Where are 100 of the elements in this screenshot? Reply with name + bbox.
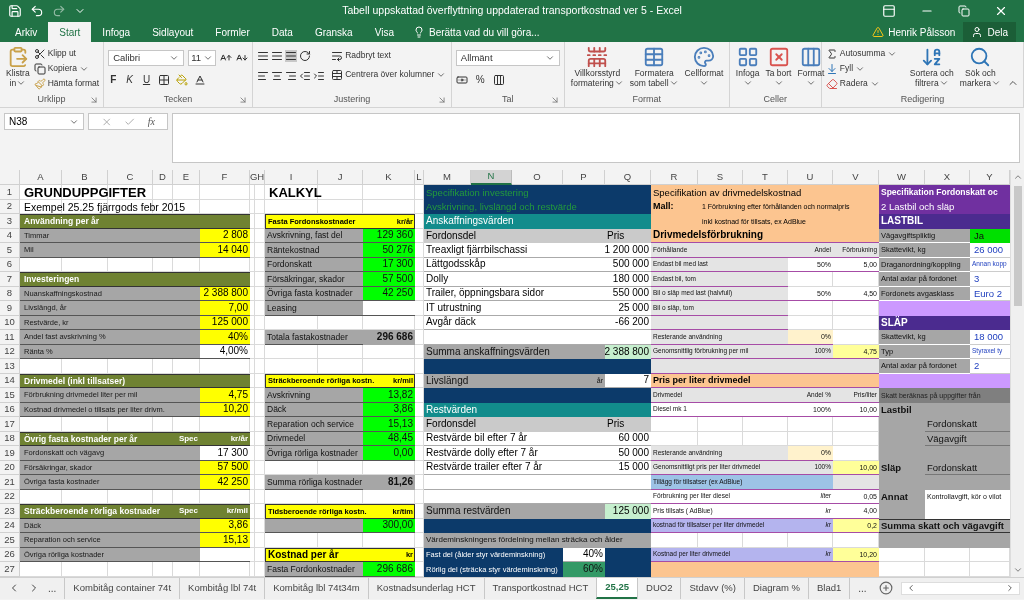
format-painter-button[interactable]: Hämta format bbox=[33, 76, 100, 91]
column-header[interactable]: I bbox=[265, 170, 318, 185]
sheet-tab[interactable]: Kostnadsunderlag HCT bbox=[367, 577, 484, 599]
column-header[interactable]: S bbox=[698, 170, 743, 185]
sheet-cell: 15,13 bbox=[200, 533, 250, 548]
column-header[interactable]: O bbox=[512, 170, 563, 185]
column-header[interactable]: L bbox=[415, 170, 424, 185]
row-header[interactable]: 17 bbox=[0, 417, 20, 432]
sheet-tab[interactable]: Kombitåg container 74t bbox=[64, 577, 180, 599]
sheet-tab[interactable]: Kombitåg lbl 74t bbox=[179, 577, 265, 599]
ribbon-tab[interactable]: Start bbox=[48, 22, 92, 42]
italic-button[interactable]: K bbox=[124, 72, 135, 87]
row-header[interactable]: 21 bbox=[0, 475, 20, 490]
ribbon-tab[interactable]: Sidlayout bbox=[141, 22, 205, 42]
sheet-cell-text: GRUNDUPPGIFTER bbox=[23, 185, 148, 200]
sheet-tab[interactable]: Kombitåg lbl 74t34m bbox=[264, 577, 368, 599]
sheet-cell: 15,13 bbox=[363, 417, 415, 432]
percent-button[interactable]: % bbox=[473, 72, 487, 87]
column-header[interactable]: V bbox=[833, 170, 879, 185]
sheet-tab[interactable]: Stdavv (%) bbox=[680, 577, 744, 599]
row-header[interactable]: 19 bbox=[0, 446, 20, 461]
number-format-field[interactable]: Allmänt bbox=[455, 50, 560, 66]
row-header[interactable]: 13 bbox=[0, 359, 20, 374]
format-cells-button[interactable]: Format bbox=[795, 46, 827, 88]
ribbon-tab[interactable]: Visa bbox=[363, 22, 405, 42]
font-size-field[interactable]: 11 bbox=[188, 50, 217, 66]
column-header[interactable]: B bbox=[62, 170, 108, 185]
sheet-cell: Avskrivning bbox=[265, 388, 363, 403]
column-header[interactable]: A bbox=[20, 170, 62, 185]
tell-me-field[interactable]: Berätta vad du vill göra... bbox=[404, 22, 548, 42]
sheet-cell: Investeringen bbox=[20, 272, 250, 287]
column-header[interactable]: Y bbox=[970, 170, 1010, 185]
sheet-cell: Restvärde dolly efter 7 år bbox=[424, 446, 605, 461]
ribbon-tab[interactable]: Granska bbox=[303, 22, 364, 42]
paste-button[interactable]: Klistra in bbox=[4, 46, 32, 88]
cell-styles-button[interactable]: Cellformat bbox=[682, 46, 726, 88]
sheet-tab[interactable]: Blad1 bbox=[807, 577, 850, 599]
ribbon-tab[interactable]: Arkiv bbox=[4, 22, 49, 42]
row-header[interactable]: 23 bbox=[0, 504, 20, 519]
account-button[interactable]: Henrik Pålsson bbox=[864, 22, 964, 42]
ribbon-tab[interactable]: Data bbox=[260, 22, 304, 42]
sheet-cell: Specifikation Fordonskatt oc bbox=[879, 185, 1010, 200]
column-header[interactable]: J bbox=[318, 170, 363, 185]
sheet-cell-text: KALKYL bbox=[268, 185, 323, 200]
row-header[interactable]: 7 bbox=[0, 272, 20, 287]
column-header[interactable]: U bbox=[788, 170, 833, 185]
insert-cells-button[interactable]: Infoga bbox=[733, 46, 762, 88]
column-header[interactable]: F bbox=[200, 170, 250, 185]
column-header[interactable]: N bbox=[471, 170, 512, 185]
font-name-field[interactable]: Calibri bbox=[108, 50, 185, 66]
ribbon-tab[interactable]: Formler bbox=[204, 22, 261, 42]
sheet-cell: 81,26 bbox=[363, 475, 415, 490]
clear-button[interactable]: Radera bbox=[825, 76, 906, 91]
group-label: Celler bbox=[763, 93, 788, 107]
fill-button[interactable]: Fyll bbox=[825, 61, 906, 76]
column-header[interactable]: P bbox=[563, 170, 605, 185]
bold-button[interactable]: F bbox=[108, 72, 119, 87]
row-header[interactable]: 15 bbox=[0, 388, 20, 403]
format-table-button[interactable]: Formatera som tabell bbox=[627, 46, 681, 88]
sheet-tab[interactable]: DUO2 bbox=[637, 577, 681, 599]
sheet-tab[interactable]: Diagram % bbox=[743, 577, 808, 599]
column-header[interactable]: M bbox=[424, 170, 471, 185]
group-label: Redigering bbox=[900, 93, 945, 107]
column-header[interactable]: T bbox=[743, 170, 788, 185]
row-header[interactable]: 25 bbox=[0, 533, 20, 548]
share-button[interactable]: Dela bbox=[963, 22, 1016, 42]
column-header[interactable]: W bbox=[879, 170, 925, 185]
column-header[interactable]: R bbox=[651, 170, 698, 185]
row-header[interactable]: 11 bbox=[0, 330, 20, 345]
sheet-cell-text: Mall: bbox=[652, 200, 675, 214]
row-header[interactable]: 27 bbox=[0, 562, 20, 577]
conditional-format-button[interactable]: Villkorsstyrd formatering bbox=[568, 46, 626, 88]
column-header[interactable]: GH bbox=[250, 170, 265, 185]
column-header[interactable]: E bbox=[173, 170, 200, 185]
column-header[interactable]: D bbox=[153, 170, 173, 185]
cut-button[interactable]: Klipp ut bbox=[33, 46, 100, 61]
row-header[interactable]: 9 bbox=[0, 301, 20, 316]
row-header[interactable]: 3 bbox=[0, 214, 20, 229]
merge-button[interactable]: Centrera över kolumner bbox=[331, 67, 447, 82]
name-box[interactable]: N38 bbox=[4, 113, 84, 130]
group-label: Tal bbox=[502, 93, 514, 107]
sheet-tab[interactable]: 25,25 bbox=[596, 577, 638, 599]
more-sheets-button[interactable]: ... bbox=[849, 577, 875, 599]
insert-function-button[interactable]: fx bbox=[147, 114, 155, 129]
copy-button[interactable]: Kopiera bbox=[33, 61, 100, 76]
underline-button[interactable]: U bbox=[140, 72, 153, 87]
column-header[interactable]: C bbox=[108, 170, 153, 185]
find-select-button[interactable]: Sök och markera bbox=[957, 46, 1003, 88]
wrap-text-button[interactable]: Radbryt text bbox=[331, 48, 447, 63]
sort-filter-button[interactable]: Sortera och filtrera bbox=[907, 46, 956, 88]
delete-cells-button[interactable]: Ta bort bbox=[763, 46, 794, 88]
ribbon-tab[interactable]: Infoga bbox=[91, 22, 142, 42]
row-header[interactable]: 5 bbox=[0, 243, 20, 258]
autosum-button[interactable]: Autosumma bbox=[825, 46, 906, 61]
column-header[interactable]: X bbox=[925, 170, 970, 185]
column-header[interactable]: K bbox=[363, 170, 415, 185]
sheet-cell: 50 276 bbox=[363, 243, 415, 258]
row-header[interactable]: 1 bbox=[0, 185, 20, 200]
column-header[interactable]: Q bbox=[605, 170, 651, 185]
more-sheets-button[interactable]: ... bbox=[48, 580, 57, 596]
